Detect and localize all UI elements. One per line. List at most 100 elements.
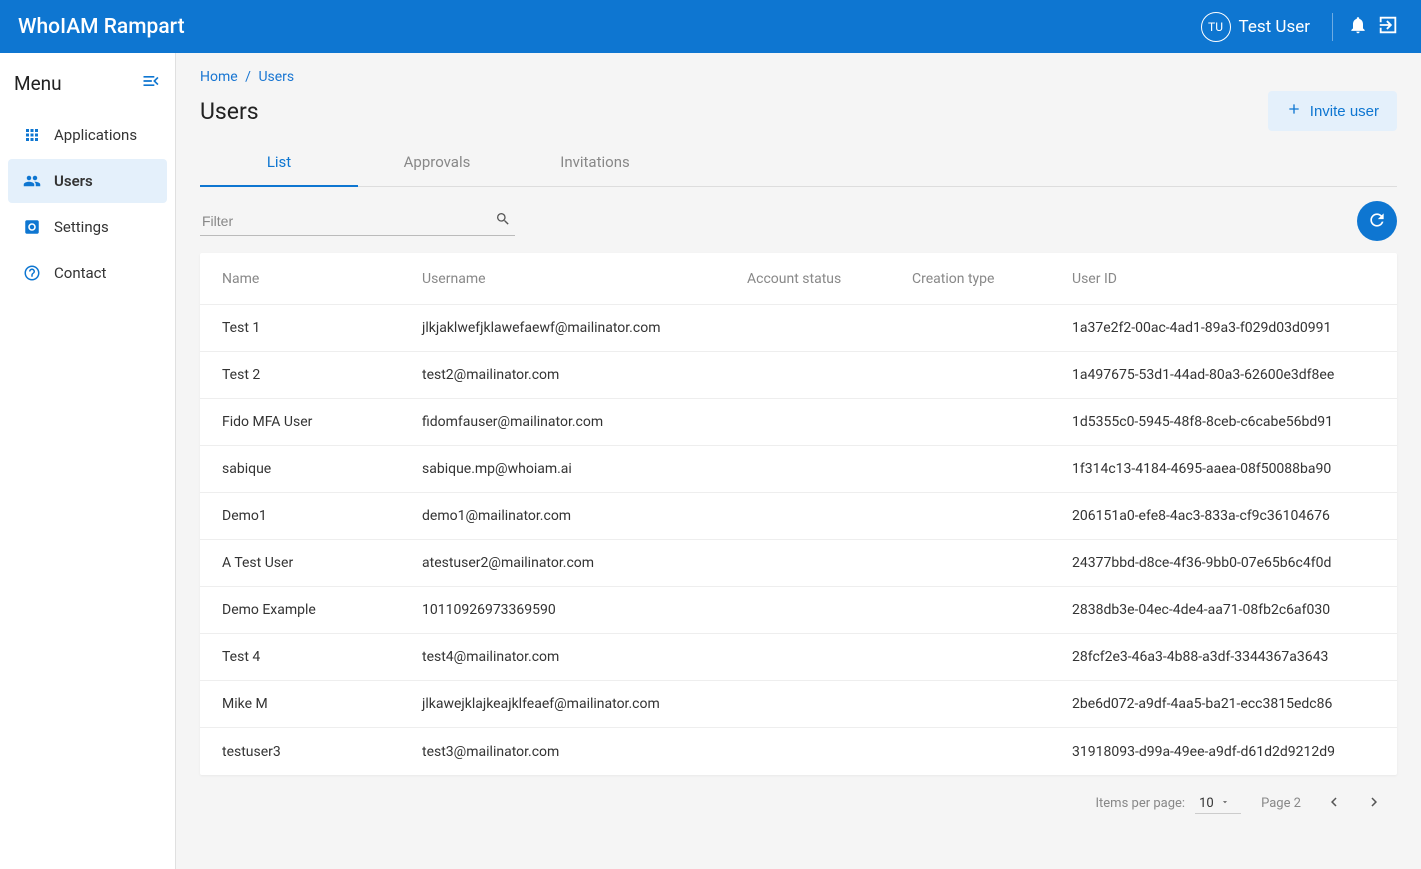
bell-icon [1348,15,1368,39]
apps-icon [22,125,42,145]
menu-title: Menu [14,72,141,95]
tab-invitations[interactable]: Invitations [516,139,674,186]
sidebar-item-contact[interactable]: Contact [8,251,167,295]
table-row[interactable]: A Test Useratestuser2@mailinator.com 2437… [200,540,1397,587]
user-name-label[interactable]: Test User [1239,17,1310,37]
cell-uid: 1a37e2f2-00ac-4ad1-89a3-f029d03d0991 [1072,320,1375,336]
invite-user-label: Invite user [1310,103,1379,120]
table-row[interactable]: Test 4test4@mailinator.com 28fcf2e3-46a3-… [200,634,1397,681]
menu-collapse-icon[interactable] [141,71,161,95]
sidebar-item-label: Applications [54,126,137,144]
dropdown-icon [1220,796,1230,811]
cell-username: sabique.mp@whoiam.ai [422,461,747,477]
cell-name: Test 1 [222,320,422,336]
items-per-page-select[interactable]: 10 [1195,794,1241,814]
cell-uid: 31918093-d99a-49ee-a9df-d61d2d9212d9 [1072,744,1375,760]
breadcrumb-separator: / [241,69,255,85]
sidebar: Menu Applications Users Settings [0,53,176,869]
breadcrumb: Home / Users [200,69,1397,85]
cell-username: demo1@mailinator.com [422,508,747,524]
logout-button[interactable] [1373,12,1403,42]
invite-user-button[interactable]: Invite user [1268,91,1397,131]
cell-uid: 1f314c13-4184-4695-aaea-08f50088ba90 [1072,461,1375,477]
col-header-uid[interactable]: User ID [1072,271,1375,287]
table-header: Name Username Account status Creation ty… [200,253,1397,305]
cell-username: jlkjaklwefjklawefaewf@mailinator.com [422,320,747,336]
cell-uid: 1d5355c0-5945-48f8-8ceb-c6cabe56bd91 [1072,414,1375,430]
cell-username: jlkawejklajkeajklfeaef@mailinator.com [422,696,747,712]
prev-page-button[interactable] [1321,789,1347,818]
search-icon[interactable] [495,211,511,231]
sidebar-item-users[interactable]: Users [8,159,167,203]
table-row[interactable]: Demo1demo1@mailinator.com206151a0-efe8-4… [200,493,1397,540]
cell-username: 10110926973369590 [422,602,747,618]
page-title: Users [200,98,1268,125]
pagination: Items per page: 10 Page 2 [200,775,1397,832]
menu-header: Menu [0,63,175,111]
table-row[interactable]: Mike Mjlkawejklajkeajklfeaef@mailinator.… [200,681,1397,728]
sidebar-item-applications[interactable]: Applications [8,113,167,157]
chevron-left-icon [1325,799,1343,814]
avatar[interactable]: TU [1201,12,1231,42]
cell-name: Demo1 [222,508,422,524]
cell-name: testuser3 [222,744,422,760]
users-table: Name Username Account status Creation ty… [200,253,1397,775]
col-header-username[interactable]: Username [422,271,747,287]
items-per-page-value: 10 [1199,796,1214,811]
col-header-name[interactable]: Name [222,271,422,287]
breadcrumb-current[interactable]: Users [258,69,294,85]
breadcrumb-home[interactable]: Home [200,69,238,85]
cell-uid: 1a497675-53d1-44ad-80a3-62600e3df8ee [1072,367,1375,383]
brand-title: WhoIAM Rampart [18,15,1201,39]
notifications-button[interactable] [1343,12,1373,42]
filter-wrap [200,207,515,236]
sidebar-item-label: Contact [54,264,106,282]
main-content: Home / Users Users Invite user List Appr… [176,53,1421,869]
col-header-status[interactable]: Account status [747,271,912,287]
pagination-nav [1321,789,1387,818]
app-header: WhoIAM Rampart TU Test User [0,0,1421,53]
cell-uid: 2be6d072-a9df-4aa5-ba21-ecc3815edc86 [1072,696,1375,712]
next-page-button[interactable] [1361,789,1387,818]
cell-username: test4@mailinator.com [422,649,747,665]
cell-name: A Test User [222,555,422,571]
col-header-ctype[interactable]: Creation type [912,271,1072,287]
cell-uid: 28fcf2e3-46a3-4b88-a3df-3344367a3643 [1072,649,1375,665]
cell-name: Fido MFA User [222,414,422,430]
items-per-page-label: Items per page: [1096,796,1186,811]
items-per-page: Items per page: 10 [1096,794,1242,814]
avatar-initials: TU [1208,20,1223,34]
cell-name: sabique [222,461,422,477]
sidebar-item-settings[interactable]: Settings [8,205,167,249]
logout-icon [1377,14,1399,40]
refresh-icon [1367,210,1387,233]
cell-username: fidomfauser@mailinator.com [422,414,747,430]
cell-name: Mike M [222,696,422,712]
users-icon [22,171,42,191]
table-row[interactable]: testuser3test3@mailinator.com31918093-d9… [200,728,1397,775]
help-icon [22,263,42,283]
cell-uid: 2838db3e-04ec-4de4-aa71-08fb2c6af030 [1072,602,1375,618]
tabs: List Approvals Invitations [200,139,1397,187]
filter-input[interactable] [200,207,515,236]
table-row[interactable]: Fido MFA Userfidomfauser@mailinator.com 1… [200,399,1397,446]
cell-name: Test 4 [222,649,422,665]
tab-approvals[interactable]: Approvals [358,139,516,186]
table-row[interactable]: sabiquesabique.mp@whoiam.ai 1f314c13-4184… [200,446,1397,493]
table-row[interactable]: Test 2test2@mailinator.com 1a497675-53d1-… [200,352,1397,399]
sidebar-item-label: Users [54,172,93,190]
table-row[interactable]: Test 1jlkjaklwefjklawefaewf@mailinator.c… [200,305,1397,352]
sidebar-item-label: Settings [54,218,109,236]
table-row[interactable]: Demo Example10110926973369590 2838db3e-04… [200,587,1397,634]
cell-username: atestuser2@mailinator.com [422,555,747,571]
page-header: Users Invite user [200,91,1397,131]
cell-name: Test 2 [222,367,422,383]
cell-name: Demo Example [222,602,422,618]
tab-list[interactable]: List [200,139,358,187]
page-indicator: Page 2 [1261,796,1301,811]
cell-uid: 24377bbd-d8ce-4f36-9bb0-07e65b6c4f0d [1072,555,1375,571]
cell-username: test2@mailinator.com [422,367,747,383]
filter-row [200,187,1397,253]
refresh-button[interactable] [1357,201,1397,241]
table-body: Test 1jlkjaklwefjklawefaewf@mailinator.c… [200,305,1397,775]
